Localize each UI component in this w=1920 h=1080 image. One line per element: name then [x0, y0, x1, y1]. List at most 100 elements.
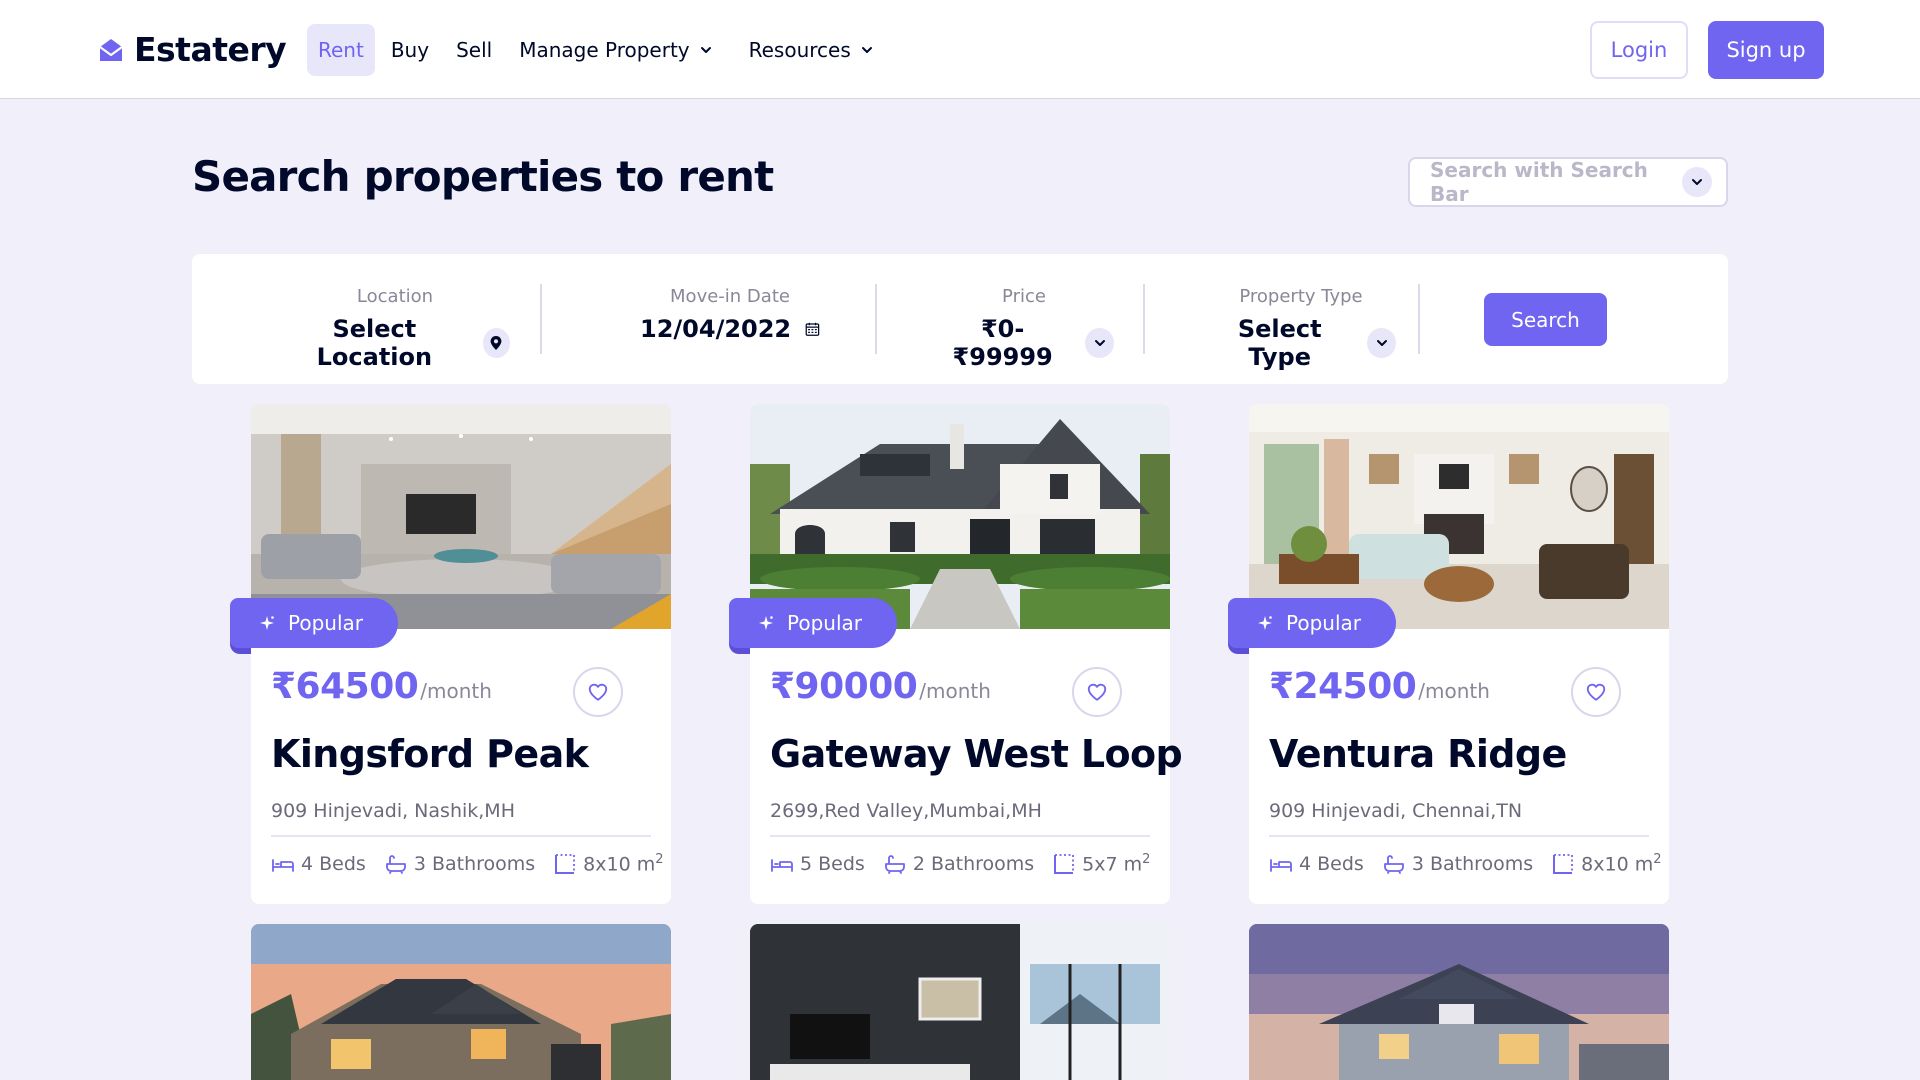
price-period: /month — [420, 679, 492, 703]
nav-rent-label: Rent — [318, 38, 364, 62]
nav-buy[interactable]: Buy — [380, 24, 440, 76]
nav-resources-label: Resources — [748, 38, 851, 62]
sparkle-icon — [1258, 616, 1272, 630]
chevron-down-icon — [700, 47, 711, 53]
nav-sell[interactable]: Sell — [445, 24, 503, 76]
area-square-icon — [1054, 854, 1075, 874]
badge-label: Popular — [1286, 611, 1361, 635]
property-card[interactable]: Popular ₹24500 /month Ventura Ridge 909 … — [1228, 404, 1669, 904]
property-card[interactable] — [1249, 924, 1669, 1080]
brand-logo[interactable]: Estatery — [98, 30, 287, 69]
nav-rent[interactable]: Rent — [307, 24, 375, 76]
top-navbar: Estatery Rent Buy Sell Manage Property R… — [0, 0, 1920, 99]
chevron-down-icon — [861, 47, 872, 53]
price-amount: ₹64500 — [271, 666, 419, 707]
favorite-button[interactable] — [1072, 667, 1122, 717]
badge-label: Popular — [787, 611, 862, 635]
map-pin-icon — [482, 328, 510, 358]
property-image-two-storey-house-dusk — [1249, 924, 1669, 1080]
baths-label: 3 Bathrooms — [413, 853, 536, 875]
move-in-date-value: 12/04/2022 — [640, 315, 792, 343]
heart-icon — [588, 683, 608, 701]
calendar-icon — [805, 322, 820, 336]
baths-feature: 2 Bathrooms — [883, 852, 1034, 876]
bathtub-icon — [884, 855, 905, 874]
move-in-date-label: Move-in Date — [670, 286, 790, 307]
bed-icon — [771, 859, 793, 872]
sparkle-icon — [260, 616, 274, 630]
property-features: 4 Beds 3 Bathrooms 8x10 m2 — [271, 852, 664, 876]
nav-resources[interactable]: Resources — [738, 24, 885, 76]
property-name: Gateway West Loop — [770, 732, 1183, 776]
filter-divider — [540, 284, 542, 354]
size-label: 5x7 m — [1082, 853, 1143, 876]
size-feature: 5x7 m2 — [1052, 852, 1150, 876]
price-filter[interactable]: Price ₹0-₹99999 — [934, 286, 1114, 371]
property-card[interactable]: Popular ₹64500 /month Kingsford Peak 909… — [230, 404, 671, 904]
filter-divider — [875, 284, 877, 354]
nav-manage-property[interactable]: Manage Property — [508, 24, 723, 76]
area-square-icon — [1553, 854, 1574, 874]
size-feature: 8x10 m2 — [1551, 852, 1662, 876]
popular-badge: Popular — [1228, 598, 1396, 654]
property-address: 909 Hinjevadi, Chennai,TN — [1269, 800, 1523, 822]
property-name: Ventura Ridge — [1269, 732, 1567, 776]
page-title: Search properties to rent — [192, 152, 774, 201]
search-bar-placeholder: Search with Search Bar — [1430, 158, 1648, 206]
nav-buy-label: Buy — [390, 38, 430, 62]
price-amount: ₹90000 — [770, 666, 918, 707]
card-divider — [271, 835, 651, 837]
size-label: 8x10 m — [1581, 853, 1654, 876]
property-features: 4 Beds 3 Bathrooms 8x10 m2 — [1269, 852, 1662, 876]
search-button[interactable]: Search — [1484, 293, 1607, 346]
bed-icon — [1270, 859, 1292, 872]
location-filter[interactable]: Location Select Location — [280, 286, 510, 371]
price-period: /month — [1418, 679, 1490, 703]
property-image-modern-living-room — [251, 404, 671, 629]
price-value: ₹0-₹99999 — [952, 315, 1053, 371]
beds-feature: 4 Beds — [1269, 852, 1364, 876]
favorite-button[interactable] — [1571, 667, 1621, 717]
card-divider — [770, 835, 1150, 837]
brand-name: Estatery — [134, 30, 287, 69]
price-period: /month — [919, 679, 991, 703]
location-label: Location — [356, 286, 434, 307]
property-card[interactable] — [251, 924, 671, 1080]
chevron-down-icon — [1085, 328, 1114, 358]
size-label: 8x10 m — [583, 853, 656, 876]
size-unit-sup: 2 — [655, 852, 664, 868]
baths-label: 2 Bathrooms — [912, 853, 1035, 875]
property-image-bright-living-room — [1249, 404, 1669, 629]
property-address: 2699,Red Valley,Mumbai,MH — [770, 800, 1042, 822]
login-button[interactable]: Login — [1590, 21, 1688, 79]
nav-manage-property-label: Manage Property — [519, 38, 690, 62]
search-bar-select[interactable]: Search with Search Bar — [1408, 157, 1728, 207]
filter-divider — [1418, 284, 1420, 354]
popular-badge: Popular — [230, 598, 398, 654]
bed-icon — [272, 859, 294, 872]
filter-bar: Location Select Location Move-in Date 12… — [192, 254, 1728, 384]
main-nav: Rent Buy Sell Manage Property Resources — [307, 24, 899, 76]
signup-button[interactable]: Sign up — [1708, 21, 1824, 79]
property-features: 5 Beds 2 Bathrooms 5x7 m2 — [770, 852, 1150, 876]
chevron-down-icon — [1682, 167, 1712, 197]
baths-label: 3 Bathrooms — [1411, 853, 1534, 875]
property-type-filter[interactable]: Property Type Select Type — [1206, 286, 1396, 371]
heart-icon — [1087, 683, 1107, 701]
property-card[interactable]: Popular ₹90000 /month Gateway West Loop … — [729, 404, 1183, 904]
sparkle-icon — [759, 616, 773, 630]
card-divider — [1269, 835, 1649, 837]
beds-label: 4 Beds — [1299, 853, 1364, 875]
price-label: Price — [1002, 286, 1046, 307]
favorite-button[interactable] — [573, 667, 623, 717]
property-card[interactable] — [750, 924, 1170, 1080]
baths-feature: 3 Bathrooms — [1382, 852, 1533, 876]
property-type-value: Select Type — [1237, 315, 1322, 371]
property-type-label: Property Type — [1239, 286, 1363, 307]
property-price: ₹90000 /month — [770, 666, 991, 707]
size-unit-sup: 2 — [1142, 852, 1151, 868]
filter-divider — [1143, 284, 1145, 354]
area-square-icon — [555, 854, 576, 874]
beds-feature: 4 Beds — [271, 852, 366, 876]
move-in-date-filter[interactable]: Move-in Date 12/04/2022 — [640, 286, 820, 343]
